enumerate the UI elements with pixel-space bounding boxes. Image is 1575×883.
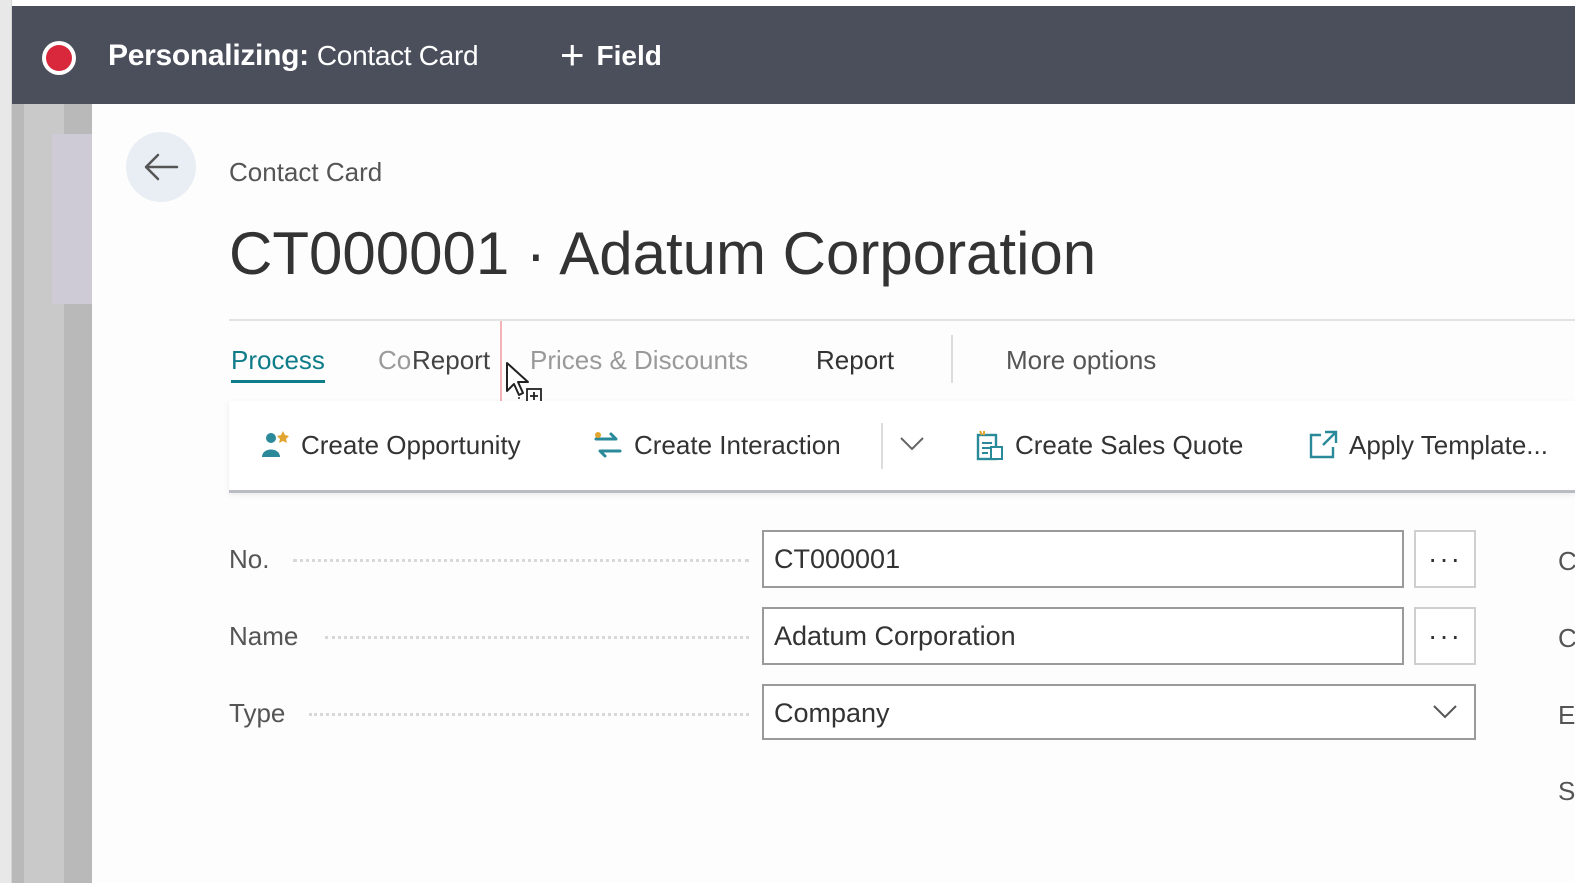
tab-report-dragging[interactable]: Report (412, 345, 490, 376)
tab-more-options[interactable]: More options (1006, 345, 1156, 376)
opportunity-icon (262, 431, 289, 457)
tab-contact-partial[interactable]: Co (378, 345, 411, 376)
personalizing-label: Personalizing: (108, 39, 309, 72)
apply-template-button[interactable]: Apply Template... (1307, 429, 1548, 461)
add-field-button[interactable]: + Field (560, 30, 662, 78)
personalization-bar: Personalizing: Contact Card + Field (12, 6, 1575, 104)
plus-icon: + (560, 30, 585, 78)
type-select-value: Company (774, 698, 890, 728)
field-row-name: Name Adatum Corporation ··· (229, 607, 1575, 665)
dot-leader (309, 713, 749, 716)
background-sidebar (12, 104, 92, 883)
field-row-no: No. CT000001 ··· (229, 530, 1575, 588)
create-opportunity-button[interactable]: Create Opportunity (259, 429, 521, 461)
apply-template-label: Apply Template... (1349, 429, 1548, 460)
type-label: Type (229, 698, 286, 728)
create-opportunity-label: Create Opportunity (301, 429, 521, 460)
create-interaction-button[interactable]: Create Interaction (592, 429, 841, 461)
create-sales-quote-label: Create Sales Quote (1015, 429, 1244, 460)
right-column-label-3: E (1558, 700, 1575, 730)
no-label: No. (229, 544, 270, 574)
no-field[interactable]: CT000001 (762, 530, 1404, 588)
tab-report[interactable]: Report (816, 345, 894, 376)
breadcrumb: Contact Card (229, 157, 383, 187)
create-interaction-label: Create Interaction (634, 429, 841, 460)
window-edge (0, 0, 12, 883)
create-sales-quote-button[interactable]: Create Sales Quote (973, 429, 1243, 461)
personalizing-page-name: Contact Card (316, 40, 479, 71)
action-separator (881, 423, 883, 469)
sidebar-highlight (52, 134, 92, 304)
tab-prices-discounts[interactable]: Prices & Discounts (530, 345, 748, 376)
add-field-label: Field (596, 40, 662, 71)
tabs-divider (229, 319, 1575, 321)
action-bar: Create Opportunity Create Interaction Cr… (229, 401, 1575, 493)
name-label: Name (229, 621, 299, 651)
tabs-separator (951, 335, 953, 383)
back-button[interactable] (126, 132, 196, 202)
app-frame: Personalizing: Contact Card + Field Cont… (0, 0, 1575, 883)
contact-card-page: Contact Card CT000001 · Adatum Corporati… (92, 104, 1575, 883)
right-column-label-2: C (1558, 623, 1575, 653)
personalizing-title: Personalizing: Contact Card (108, 39, 479, 73)
name-field[interactable]: Adatum Corporation (762, 607, 1404, 665)
record-icon[interactable] (42, 41, 76, 75)
dot-leader (293, 559, 749, 562)
drop-indicator (500, 321, 502, 409)
page-title: CT000001 · Adatum Corporation (229, 220, 1097, 287)
sales-quote-icon (976, 430, 1003, 461)
chevron-down-icon[interactable] (899, 435, 925, 453)
interaction-icon (594, 432, 622, 458)
name-assist-edit-button[interactable]: ··· (1414, 607, 1476, 665)
tab-process[interactable]: Process (231, 345, 325, 383)
field-row-type: Type Company (229, 684, 1575, 742)
action-tabs: Process Co Report Prices & Discounts Rep… (229, 321, 1575, 409)
no-assist-edit-button[interactable]: ··· (1414, 530, 1476, 588)
dot-leader (325, 636, 749, 639)
right-column-label-1: C (1558, 546, 1575, 576)
chevron-down-icon (1433, 705, 1457, 719)
arrow-left-icon (144, 153, 179, 181)
right-column-label-4: S (1558, 776, 1575, 806)
type-select[interactable]: Company (762, 684, 1476, 740)
apply-template-icon (1309, 430, 1338, 459)
